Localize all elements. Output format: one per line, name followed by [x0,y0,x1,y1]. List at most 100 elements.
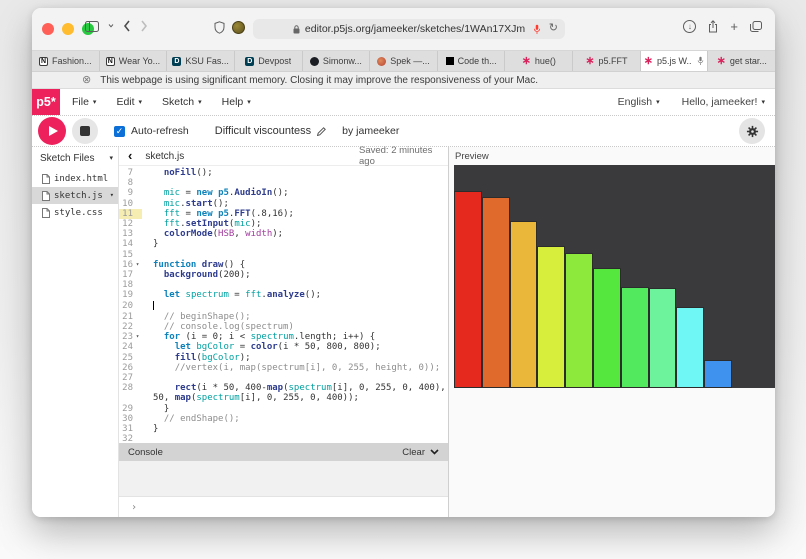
code-line-15[interactable]: 15 [119,250,448,260]
code-line-31[interactable]: 31} [119,424,448,434]
browser-tab-9[interactable]: ∗p5.FFT [573,51,641,71]
code-text: // beginShape(); [142,312,448,322]
tab-overview-icon[interactable] [750,21,762,32]
browser-tab-10[interactable]: ∗p5.js W... [641,51,709,71]
code-line-23[interactable]: 23▾ for (i = 0; i < spectrum.length; i++… [119,332,448,342]
close-circle-icon[interactable]: ⊗ [82,75,91,85]
collapse-sidebar-icon[interactable]: ‹ [128,150,132,162]
code-line-22[interactable]: 22 // console.log(spectrum) [119,322,448,332]
mic-active-icon[interactable] [533,24,541,35]
code-line-7[interactable]: 7 noFill(); [119,168,448,178]
chevron-down-icon[interactable] [430,449,439,455]
code-editor: ‹ sketch.js Saved: 2 minutes ago 7 noFil… [118,147,449,517]
code-line-26[interactable]: 26 //vertex(i, map(spectrum[i], 0, 255, … [119,363,448,373]
code-text: //vertex(i, map(spectrum[i], 0, 255, hei… [142,363,448,373]
share-icon[interactable] [708,20,718,33]
forward-icon[interactable] [140,20,148,32]
play-button[interactable] [38,117,66,145]
browser-tab-5[interactable]: Simonw... [303,51,371,71]
p5-logo[interactable]: p5* [32,89,60,115]
minimize-window-button[interactable] [62,23,74,35]
fold-gutter [133,239,142,249]
code-line-24[interactable]: 24 let bgColor = color(i * 50, 800, 800)… [119,342,448,352]
code-line-21[interactable]: 21 // beginShape(); [119,312,448,322]
line-number: 32 [119,434,133,443]
browser-tab-2[interactable]: NWear Yo... [100,51,168,71]
stop-button[interactable] [72,118,98,144]
file-item-style.css[interactable]: style.css [32,204,118,221]
menu-edit[interactable]: Edit▾ [116,96,142,108]
tab-label: Simonw... [323,56,362,66]
language-selector[interactable]: English ▾ [618,96,660,108]
line-number: 27 [119,373,133,383]
privacy-extension-group [214,21,245,34]
menu-file[interactable]: File▾ [72,96,96,108]
code-line-27[interactable]: 27 [119,373,448,383]
console-prompt[interactable]: › [119,496,448,517]
browser-tab-3[interactable]: DKSU Fas... [167,51,235,71]
line-number: 22 [119,322,133,332]
fold-gutter [133,373,142,383]
file-icon [42,191,50,201]
reload-icon[interactable]: ↻ [549,21,558,34]
shield-icon[interactable] [214,21,225,34]
new-tab-icon[interactable]: + [730,21,738,32]
code-line-12[interactable]: 12 fft.setInput(mic); [119,219,448,229]
code-line-19[interactable]: 19 let spectrum = fft.analyze(); [119,290,448,300]
code-line-25[interactable]: 25 fill(bgColor); [119,353,448,363]
autorefresh-label: Auto-refresh [131,125,189,137]
file-item-index.html[interactable]: index.html [32,170,118,187]
chevron-down-icon: ▾ [109,155,113,162]
file-list: index.htmlsketch.js▾style.css [32,170,118,221]
menu-sketch[interactable]: Sketch▾ [162,96,202,108]
code-line-14[interactable]: 14} [119,239,448,249]
sketch-name[interactable]: Difficult viscountess [215,125,311,137]
sidebar-toggle-icon[interactable] [85,21,99,32]
code-text: // console.log(spectrum) [142,322,448,332]
browser-tab-1[interactable]: NFashion... [32,51,100,71]
code-line-20[interactable]: 20 [119,301,448,312]
code-line-30[interactable]: 30 // endShape(); [119,414,448,424]
settings-button[interactable] [739,118,765,144]
p5-toolbar: ✓ Auto-refresh Difficult viscountess by … [32,116,775,147]
code-text: } [142,404,448,414]
console-clear-button[interactable]: Clear [402,447,439,458]
code-line-9[interactable]: 9 mic = new p5.AudioIn(); [119,188,448,198]
extension-badge-icon[interactable] [232,21,245,34]
back-icon[interactable] [123,20,131,32]
saved-status: Saved: 2 minutes ago [359,145,448,167]
code-line-29[interactable]: 29 } [119,404,448,414]
code-line-18[interactable]: 18 [119,280,448,290]
fold-gutter [133,188,142,198]
code-text: background(200); [142,270,448,280]
menu-help[interactable]: Help▾ [222,96,251,108]
code-line-16[interactable]: 16▾function draw() { [119,260,448,270]
code-line-10[interactable]: 10 mic.start(); [119,199,448,209]
browser-tab-8[interactable]: ∗hue() [505,51,573,71]
account-menu[interactable]: Hello, jameeker! ▾ [682,96,765,108]
browser-tab-4[interactable]: DDevpost [235,51,303,71]
close-window-button[interactable] [42,23,54,35]
console-title: Console [128,447,163,458]
autorefresh-checkbox[interactable]: ✓ [114,126,125,137]
url-text: editor.p5js.org/jameeker/sketches/1WAn17… [305,23,525,35]
browser-tab-11[interactable]: ∗get star... [708,51,775,71]
code-line-8[interactable]: 8 [119,178,448,188]
url-bar[interactable]: editor.p5js.org/jameeker/sketches/1WAn17… [253,19,565,39]
code-line-32[interactable]: 32 [119,434,448,443]
editor-tab-label[interactable]: sketch.js [145,151,184,162]
chevron-down-icon[interactable] [108,24,114,28]
edit-name-icon[interactable] [317,127,326,136]
browser-tab-6[interactable]: Spek —... [370,51,438,71]
file-item-sketch.js[interactable]: sketch.js▾ [32,187,118,204]
line-number: 26 [119,363,133,373]
sidebar-header[interactable]: Sketch Files ▾ [32,149,118,167]
code-line-17[interactable]: 17 background(200); [119,270,448,280]
code-line-13[interactable]: 13 colorMode(HSB, width); [119,229,448,239]
code-line-28[interactable]: 28 rect(i * 50, 400-map(spectrum[i], 0, … [119,383,448,403]
console-panel: Console Clear › [119,443,448,517]
fold-gutter [133,290,142,300]
code-line-11[interactable]: 11 fft = new p5.FFT(.8,16); [119,209,448,219]
downloads-icon[interactable]: ↓ [683,20,696,33]
browser-tab-7[interactable]: Code th... [438,51,506,71]
